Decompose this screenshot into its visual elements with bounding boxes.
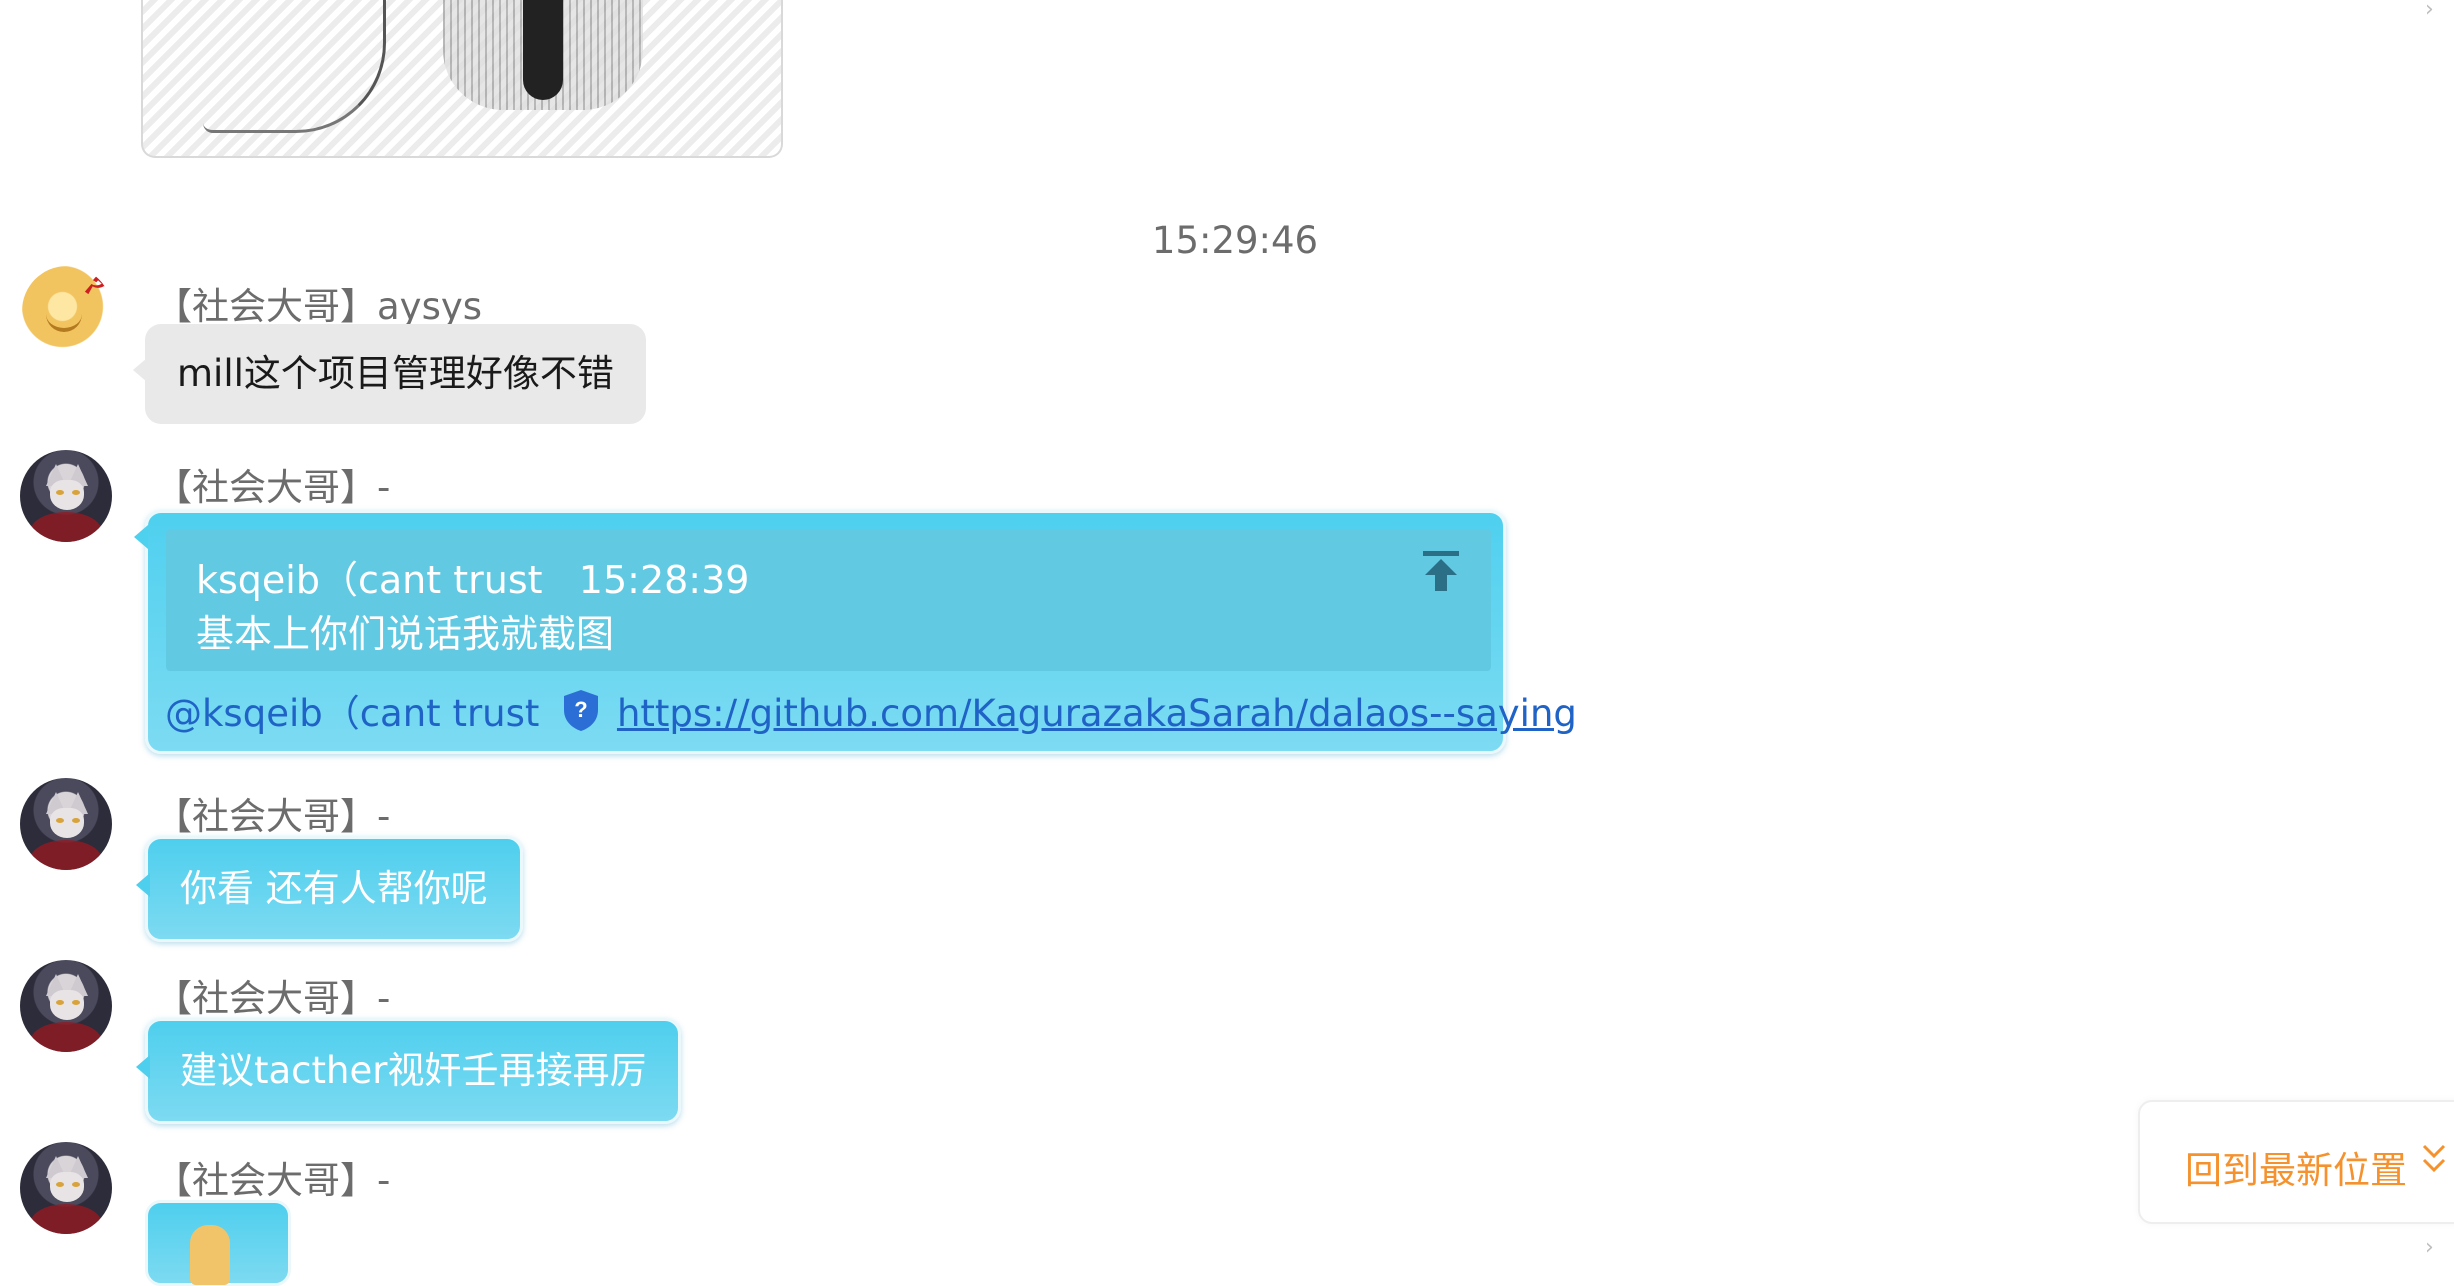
avatar-face: [50, 990, 84, 1020]
sender-name[interactable]: 【社会大哥】-: [155, 457, 390, 511]
quoted-message[interactable]: ksqeib（cant trust 15:28:39 基本上你们说话我就截图: [166, 529, 1491, 671]
url-link[interactable]: https://github.com/KagurazakaSarah/dalao…: [617, 692, 1577, 735]
avatar[interactable]: ☭: [22, 266, 112, 356]
reply-message-bubble[interactable]: ksqeib（cant trust 15:28:39 基本上你们说话我就截图 @…: [134, 510, 1577, 754]
quote-header: ksqeib（cant trust 15:28:39: [196, 549, 749, 604]
avatar-eye: [56, 490, 64, 495]
mention-tag[interactable]: @ksqeib（cant trust: [165, 692, 539, 735]
message-bubble[interactable]: 你看 还有人帮你呢: [136, 836, 523, 942]
svg-text:?: ?: [574, 697, 587, 722]
sender-name[interactable]: 【社会大哥】-: [155, 1150, 390, 1204]
avatar[interactable]: [20, 778, 112, 870]
avatar[interactable]: [20, 450, 112, 542]
back-to-latest-button[interactable]: 回到最新位置: [2138, 1100, 2454, 1224]
avatar-eye: [56, 1000, 64, 1005]
manga-image-stroke: [203, 0, 386, 133]
sender-name[interactable]: 【社会大哥】aysys: [155, 276, 482, 330]
avatar-eye: [56, 818, 64, 823]
message-timestamp: 15:29:46: [1151, 219, 1319, 262]
expand-icon[interactable]: ›: [2425, 1237, 2445, 1259]
message-bubble[interactable]: 建议tacther视奸壬再接再厉: [135, 1018, 682, 1124]
message-bubble[interactable]: mill这个项目管理好像不错: [133, 324, 646, 424]
avatar-face: [50, 1172, 84, 1202]
back-to-latest-label: 回到最新位置: [2185, 1149, 2407, 1192]
sender-name[interactable]: 【社会大哥】-: [155, 786, 390, 840]
reply-content: @ksqeib（cant trust ? https://github.com/…: [165, 683, 1577, 737]
avatar-mouth: [46, 314, 82, 332]
avatar-face: [50, 808, 84, 838]
quote-author: ksqeib（cant trust: [196, 558, 543, 602]
manga-image-ribbon: [523, 0, 563, 100]
avatar[interactable]: [20, 1142, 112, 1234]
avatar-cloak: [30, 1022, 102, 1052]
avatar-eye: [56, 1182, 64, 1187]
avatar-eye: [72, 490, 80, 495]
avatar-eye: [72, 818, 80, 823]
avatar-eye: [72, 1182, 80, 1187]
avatar-eye: [72, 1000, 80, 1005]
avatar-cloak: [30, 1204, 102, 1234]
hammer-sickle-icon: ☭: [82, 266, 112, 303]
double-chevron-down-icon: [2422, 1144, 2446, 1173]
quote-text: 基本上你们说话我就截图: [196, 612, 615, 656]
thumbs-up-sticker-bubble[interactable]: [145, 1200, 291, 1286]
shield-warning-icon: ?: [564, 690, 599, 731]
thumbs-up-icon: [190, 1225, 230, 1285]
jump-to-quote-icon[interactable]: [1421, 549, 1461, 593]
sender-name[interactable]: 【社会大哥】-: [155, 968, 390, 1022]
avatar[interactable]: [20, 960, 112, 1052]
image-message[interactable]: [141, 0, 783, 158]
avatar-face: [50, 480, 84, 510]
quote-time: 15:28:39: [578, 558, 750, 602]
avatar-cloak: [30, 512, 102, 542]
avatar-cloak: [30, 840, 102, 870]
collapse-icon[interactable]: ›: [2425, 0, 2445, 21]
